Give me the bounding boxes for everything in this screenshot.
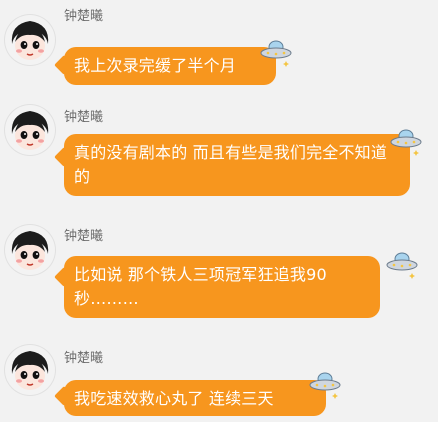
ufo-icon [259,34,293,68]
sender-name: 钟楚曦 [64,229,104,244]
avatar[interactable] [4,344,56,396]
avatar[interactable] [4,14,56,66]
avatar-cartoon-icon [11,351,49,390]
sender-name: 钟楚曦 [64,351,104,366]
avatar-cartoon-icon [11,231,49,270]
message-bubble[interactable]: 我吃速效救心丸了 连续三天 [64,380,326,416]
avatar[interactable] [4,104,56,156]
avatar-cartoon-icon [11,111,49,150]
ufo-icon [308,366,342,400]
message-bubble[interactable]: 真的没有剧本的 而且有些是我们完全不知道的 [64,134,410,196]
message-bubble[interactable]: 比如说 那个铁人三项冠军狂追我90秒……… [64,256,380,318]
sender-name: 钟楚曦 [64,9,104,24]
sender-name: 钟楚曦 [64,110,104,125]
avatar-cartoon-icon [11,21,49,60]
message-bubble[interactable]: 我上次录完缓了半个月 [64,47,276,85]
ufo-icon [385,246,419,280]
ufo-icon [389,123,423,157]
avatar[interactable] [4,224,56,276]
